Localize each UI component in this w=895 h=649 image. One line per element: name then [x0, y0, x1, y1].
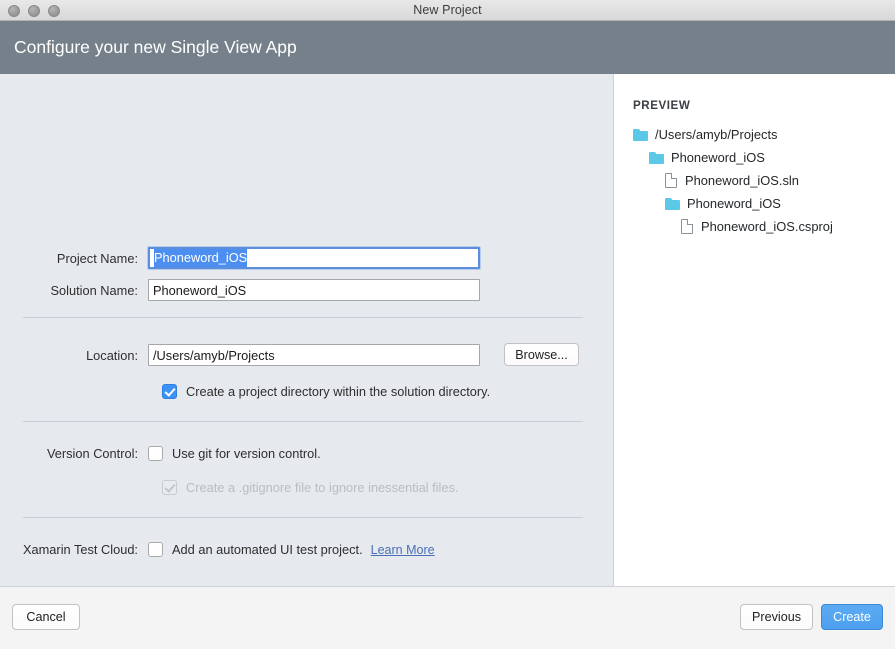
tree-row-label: Phoneword_iOS [671, 150, 765, 165]
use-git-checkbox[interactable] [148, 446, 163, 461]
ui-test-project-checkbox[interactable] [148, 542, 163, 557]
new-project-dialog: New Project Configure your new Single Vi… [0, 0, 895, 649]
page-title: Configure your new Single View App [14, 37, 297, 57]
window-title: New Project [413, 3, 482, 17]
configuration-pane: Project Name: Phoneword_iOS Solution Nam… [0, 74, 614, 586]
tree-row-label: Phoneword_iOS [687, 196, 781, 211]
use-git-checkbox-label: Use git for version control. [172, 446, 321, 461]
tree-row-label: /Users/amyb/Projects [655, 127, 778, 142]
solution-name-row: Solution Name: Phoneword_iOS [0, 279, 480, 301]
preview-pane: PREVIEW /Users/amyb/Projects Phoneword_iO… [614, 74, 895, 586]
traffic-lights [8, 0, 60, 21]
gitignore-checkbox-label: Create a .gitignore file to ignore iness… [186, 480, 459, 495]
tree-row-label: Phoneword_iOS.csproj [701, 219, 833, 234]
divider-1 [23, 317, 583, 318]
project-directory-checkbox-label: Create a project directory within the so… [186, 384, 491, 399]
project-directory-checkbox-row[interactable]: Create a project directory within the so… [162, 384, 490, 399]
minimize-button-icon[interactable] [28, 4, 40, 17]
dialog-header: Configure your new Single View App [0, 21, 895, 74]
solution-name-label: Solution Name: [50, 282, 139, 298]
folder-icon [649, 151, 664, 164]
dialog-footer: Cancel Previous Create [0, 587, 895, 649]
project-name-input[interactable]: Phoneword_iOS [148, 247, 480, 269]
tree-row: Phoneword_iOS.sln [633, 169, 895, 192]
divider-3 [23, 517, 583, 518]
tree-row: Phoneword_iOS.csproj [633, 215, 895, 238]
location-row: Location: /Users/amyb/Projects [0, 344, 480, 366]
folder-icon [633, 128, 648, 141]
folder-icon [665, 197, 680, 210]
close-button-icon[interactable] [8, 4, 20, 17]
project-directory-checkbox[interactable] [162, 384, 177, 399]
gitignore-checkbox-row: Create a .gitignore file to ignore iness… [162, 480, 458, 495]
project-name-value: Phoneword_iOS [154, 249, 248, 267]
file-icon [681, 219, 693, 234]
preview-tree: /Users/amyb/Projects Phoneword_iOS Phonewo… [633, 123, 895, 238]
tree-row: /Users/amyb/Projects [633, 123, 895, 146]
version-control-row: Version Control: Use git for version con… [0, 446, 321, 461]
solution-name-input[interactable]: Phoneword_iOS [148, 279, 480, 301]
project-name-row: Project Name: Phoneword_iOS [0, 247, 480, 269]
tree-row: Phoneword_iOS [633, 146, 895, 169]
tree-row: Phoneword_iOS [633, 192, 895, 215]
project-name-label: Project Name: [56, 250, 138, 266]
learn-more-link[interactable]: Learn More [371, 543, 435, 557]
dialog-body: Project Name: Phoneword_iOS Solution Nam… [0, 74, 895, 587]
zoom-button-icon[interactable] [48, 4, 60, 17]
location-label: Location: [86, 347, 138, 363]
window-titlebar: New Project [0, 0, 895, 21]
ui-test-project-checkbox-label: Add an automated UI test project. [172, 542, 363, 557]
version-control-label: Version Control: [46, 446, 138, 461]
previous-button[interactable]: Previous [740, 604, 813, 630]
divider-2 [23, 421, 583, 422]
cancel-button[interactable]: Cancel [12, 604, 80, 630]
tree-row-label: Phoneword_iOS.sln [685, 173, 799, 188]
browse-button[interactable]: Browse... [504, 343, 579, 366]
file-icon [665, 173, 677, 188]
gitignore-checkbox [162, 480, 177, 495]
location-input[interactable]: /Users/amyb/Projects [148, 344, 480, 366]
create-button[interactable]: Create [821, 604, 883, 630]
xamarin-test-cloud-label: Xamarin Test Cloud: [23, 542, 138, 557]
preview-heading: PREVIEW [633, 99, 691, 112]
xamarin-test-cloud-row: Xamarin Test Cloud: Add an automated UI … [0, 542, 435, 557]
